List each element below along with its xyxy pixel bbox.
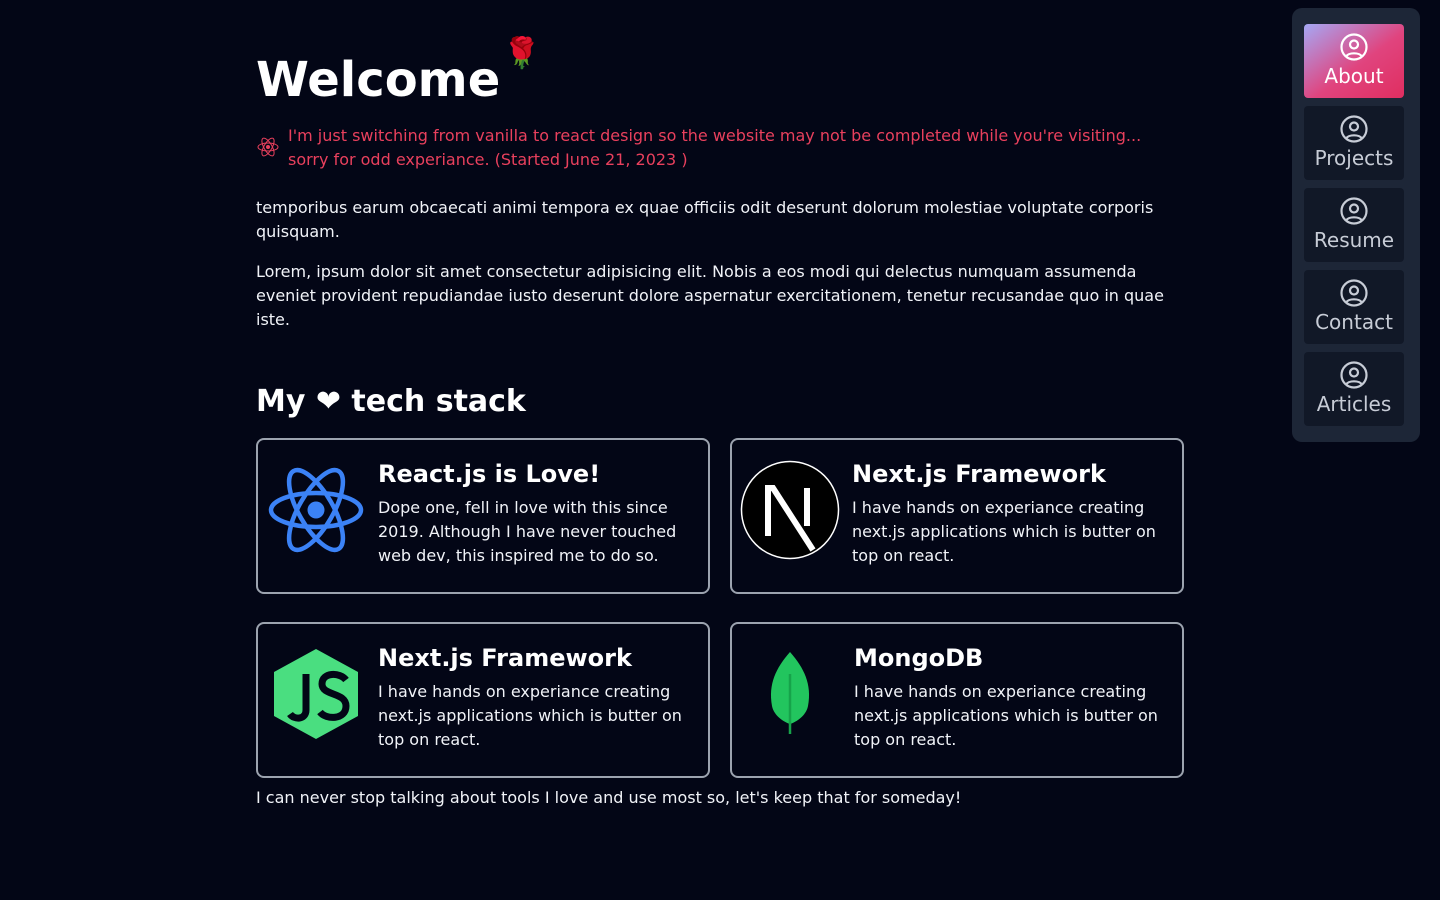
card-description: I have hands on experiance creating next… (378, 682, 682, 749)
nav-item-projects[interactable]: Projects (1304, 106, 1404, 180)
react-icon (266, 460, 366, 560)
user-circle-icon (1340, 33, 1368, 61)
card-title: React.js is Love! (378, 460, 601, 488)
user-circle-icon (1340, 279, 1368, 307)
nav-item-about[interactable]: About (1304, 24, 1404, 98)
card-title: Next.js Framework (852, 460, 1106, 488)
nav-item-resume[interactable]: Resume (1304, 188, 1404, 262)
tech-stack-footer: I can never stop talking about tools I l… (256, 788, 962, 807)
tech-card-react: React.js is Love! Dope one, fell in love… (256, 438, 710, 594)
nav-item-articles[interactable]: Articles (1304, 352, 1404, 426)
side-nav: About Projects Resume Contact Articles (1292, 8, 1420, 442)
tech-card-nextjs: Next.js Framework I have hands on experi… (730, 438, 1184, 594)
tech-card-mongodb: MongoDB I have hands on experiance creat… (730, 622, 1184, 778)
main-content: Welcome 🌹 I'm just switching from vanill… (256, 0, 1184, 810)
card-title: Next.js Framework (378, 644, 632, 672)
card-description: I have hands on experiance creating next… (854, 682, 1158, 749)
intro-paragraph-1: temporibus earum obcaecati animi tempora… (256, 198, 1154, 241)
nav-item-label: Articles (1316, 392, 1392, 416)
nav-item-label: Contact (1315, 310, 1393, 334)
nav-item-label: Projects (1314, 146, 1394, 170)
react-icon (257, 137, 279, 157)
intro-paragraph-2: Lorem, ipsum dolor sit amet consectetur … (256, 262, 1164, 329)
nodejs-icon (266, 644, 366, 744)
user-circle-icon (1340, 115, 1368, 143)
user-circle-icon (1340, 361, 1368, 389)
tech-card-nodejs: Next.js Framework I have hands on experi… (256, 622, 710, 778)
nav-item-label: Resume (1313, 228, 1395, 252)
rose-emoji: 🌹 (503, 36, 541, 71)
tech-stack-grid: React.js is Love! Dope one, fell in love… (256, 438, 1184, 778)
nextjs-icon (740, 460, 840, 560)
notice-text: I'm just switching from vanilla to react… (288, 126, 1142, 169)
card-description: I have hands on experiance creating next… (852, 498, 1156, 565)
tech-stack-title: My ❤ tech stack (256, 384, 526, 419)
welcome-header: Welcome 🌹 (256, 0, 1184, 112)
nav-item-contact[interactable]: Contact (1304, 270, 1404, 344)
mongodb-leaf-icon (740, 644, 840, 744)
card-description: Dope one, fell in love with this since 2… (378, 498, 677, 565)
user-circle-icon (1340, 197, 1368, 225)
page-title: Welcome (256, 52, 501, 108)
nav-item-label: About (1324, 64, 1384, 88)
notice-banner: I'm just switching from vanilla to react… (256, 124, 1184, 172)
card-title: MongoDB (854, 644, 984, 672)
